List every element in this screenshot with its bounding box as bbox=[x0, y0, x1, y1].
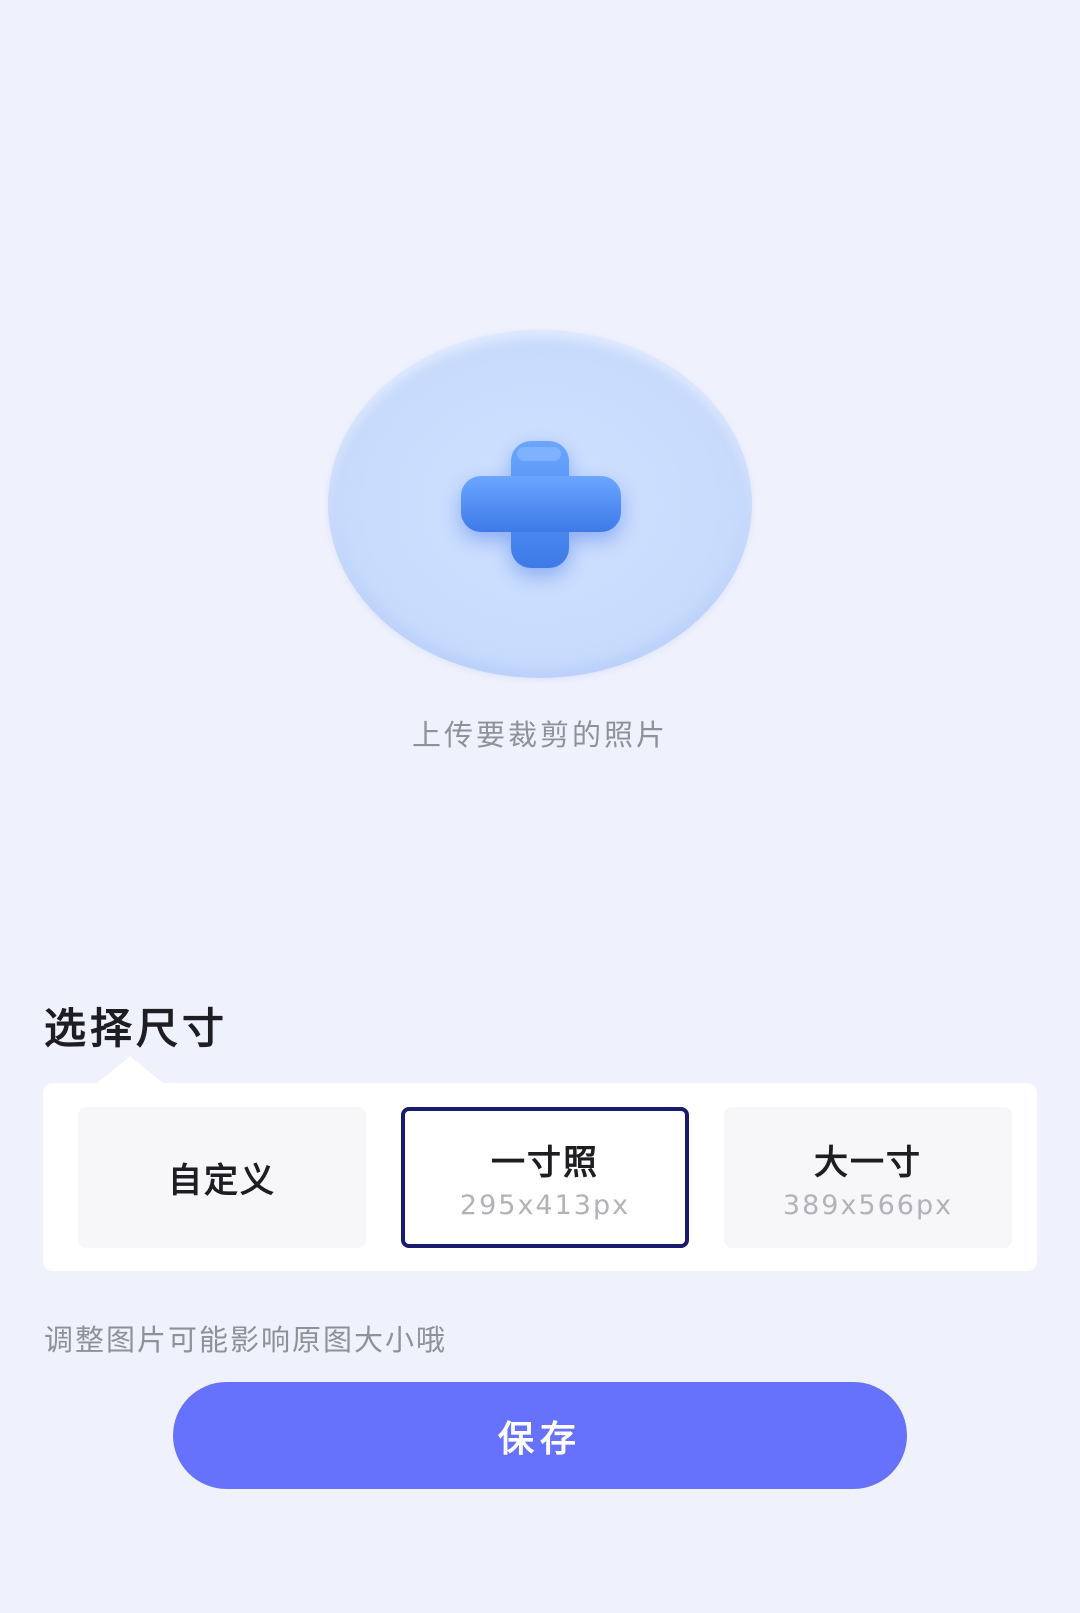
size-options-panel: 自定义 一寸照 295x413px 大一寸 389x566px bbox=[43, 1083, 1037, 1271]
size-option-dimensions: 389x566px bbox=[782, 1189, 954, 1221]
upload-caption: 上传要裁剪的照片 bbox=[411, 718, 668, 752]
size-option-label: 一寸照 bbox=[491, 1142, 599, 1183]
section-title: 选择尺寸 bbox=[44, 1004, 229, 1053]
size-option-dimensions: 295x413px bbox=[459, 1189, 631, 1221]
plus-icon[interactable] bbox=[461, 441, 621, 568]
save-button[interactable]: 保存 bbox=[173, 1382, 907, 1489]
size-option-custom[interactable]: 自定义 bbox=[78, 1107, 366, 1248]
size-option-one-inch[interactable]: 一寸照 295x413px bbox=[401, 1107, 689, 1248]
size-option-large-one-inch[interactable]: 大一寸 389x566px bbox=[724, 1107, 1012, 1248]
hint-text: 调整图片可能影响原图大小哦 bbox=[44, 1323, 448, 1357]
selection-pointer bbox=[96, 1056, 164, 1084]
size-option-label: 大一寸 bbox=[814, 1142, 922, 1183]
size-option-label: 自定义 bbox=[168, 1161, 276, 1201]
